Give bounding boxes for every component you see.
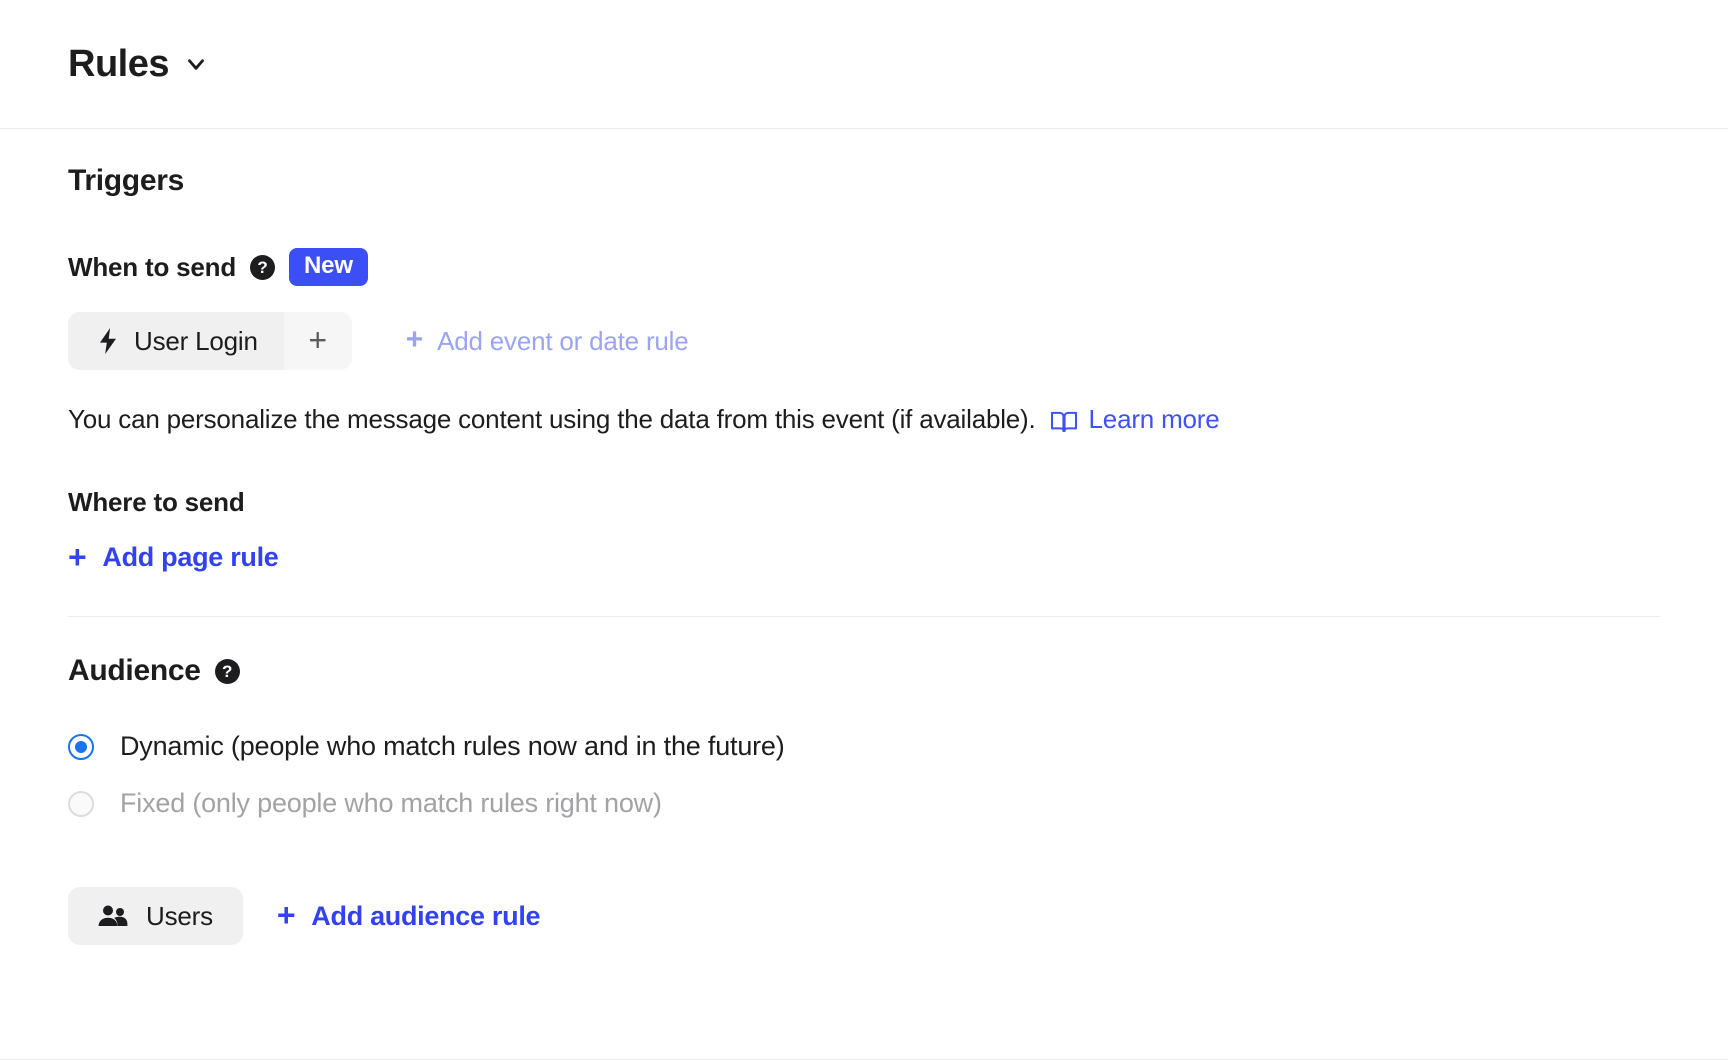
personalization-helper-text: You can personalize the message content … [68,402,1660,437]
radio-label-fixed: Fixed (only people who match rules right… [120,788,662,819]
chevron-down-icon[interactable] [183,51,209,77]
radio-indicator-unselected[interactable] [68,790,94,817]
radio-label-dynamic: Dynamic (people who match rules now and … [120,731,785,762]
event-chip-main[interactable]: User Login [68,312,284,371]
trigger-chip-row: User Login + + Add event or date rule [68,312,1660,371]
radio-option-dynamic[interactable]: Dynamic (people who match rules now and … [68,731,785,762]
learn-more-link[interactable]: Learn more [1089,402,1220,437]
plus-icon: + [276,897,296,934]
when-to-send-row: When to send ? New [68,248,1660,287]
users-icon [98,904,128,928]
event-chip-label: User Login [134,325,258,356]
help-circle-icon[interactable]: ? [250,254,276,280]
help-circle-icon[interactable]: ? [214,658,240,684]
audience-chip-users[interactable]: Users [68,887,243,946]
add-audience-rule-button[interactable]: + Add audience rule [276,897,541,934]
when-to-send-label: When to send [68,251,237,282]
audience-header: Audience ? [68,654,1660,688]
rules-panel: Rules Triggers When to send ? New User L… [0,0,1728,1060]
where-to-send-label: Where to send [68,487,245,518]
lightning-bolt-icon [98,328,118,355]
audience-type-radio-group: Dynamic (people who match rules now and … [68,731,1660,819]
panel-header: Rules [0,0,1728,129]
book-icon [1050,408,1078,433]
radio-indicator-selected[interactable] [68,733,94,760]
helper-text-body: You can personalize the message content … [68,404,1036,435]
plus-icon: + [405,323,424,357]
plus-icon: + [68,538,87,575]
section-divider [68,616,1660,618]
page-title: Rules [68,43,169,85]
rules-title-dropdown[interactable]: Rules [68,45,209,83]
add-audience-rule-label: Add audience rule [311,900,541,931]
plus-icon: + [308,321,328,358]
event-chip-add-button[interactable]: + [283,312,352,371]
audience-chip-label: Users [146,900,213,931]
new-badge[interactable]: New [289,248,368,287]
radio-option-fixed[interactable]: Fixed (only people who match rules right… [68,788,662,819]
triggers-section-title: Triggers [68,164,184,197]
event-chip-user-login[interactable]: User Login + [68,312,352,371]
add-event-or-date-rule-label: Add event or date rule [437,325,689,356]
add-page-rule-label: Add page rule [102,542,279,573]
audience-section-title: Audience [68,654,201,688]
panel-body: Triggers When to send ? New User Login + [0,129,1728,946]
add-event-or-date-rule-button[interactable]: + Add event or date rule [405,323,689,357]
audience-chip-row: Users + Add audience rule [68,887,1660,946]
add-page-rule-button[interactable]: + Add page rule [68,538,279,575]
